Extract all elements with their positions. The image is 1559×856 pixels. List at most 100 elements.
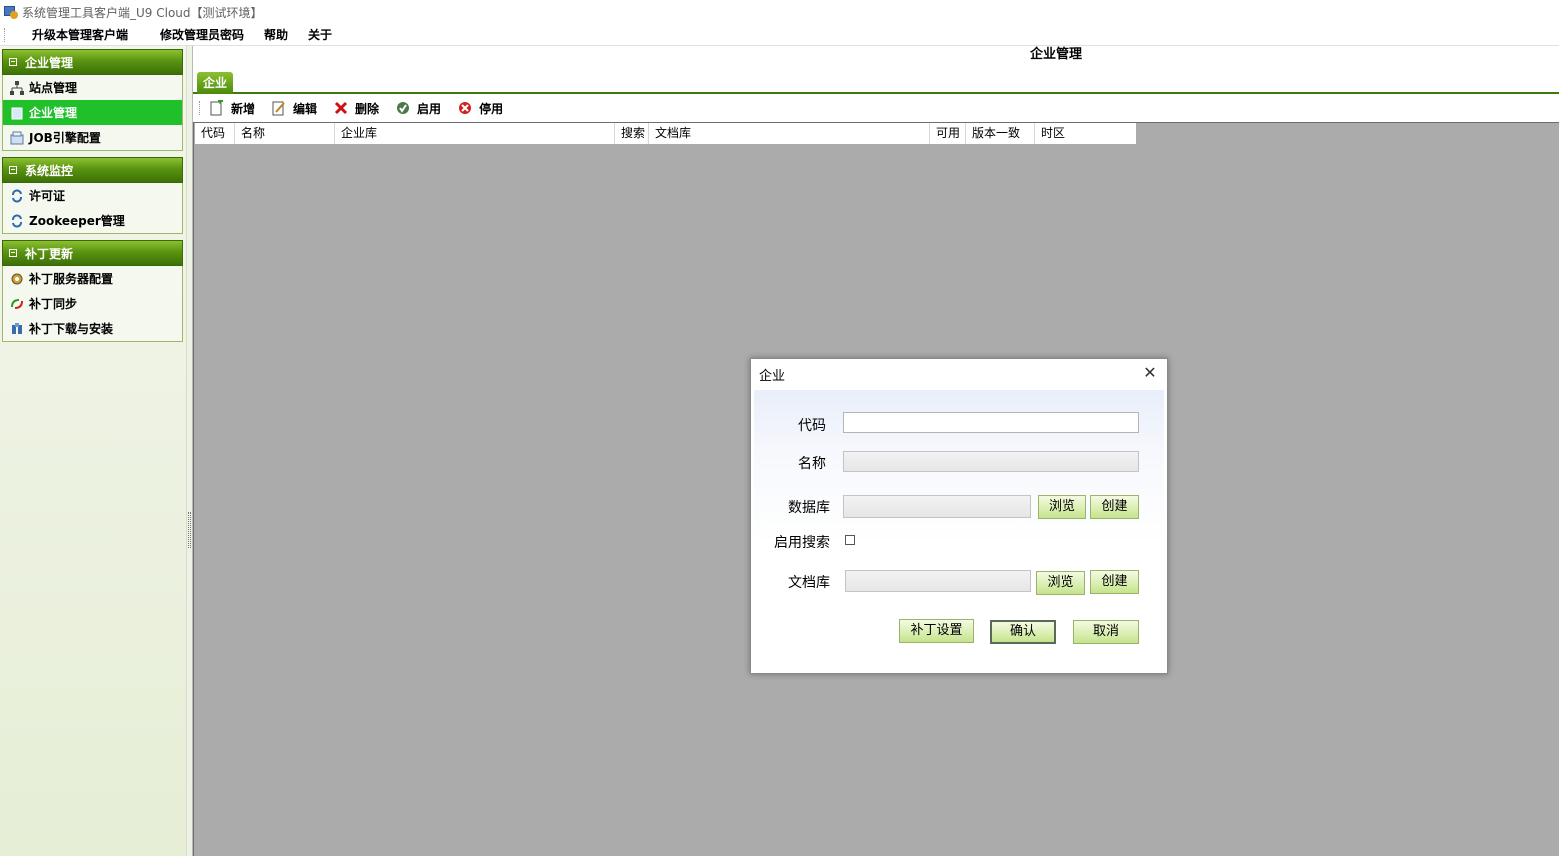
- group-body: 站点管理 企业管理 JOB引擎配置: [2, 75, 183, 151]
- name-label: 名称: [798, 456, 826, 472]
- refresh-icon: [9, 213, 25, 229]
- server-config-icon: [9, 271, 25, 287]
- site-tree-icon: [9, 80, 25, 96]
- code-label: 代码: [798, 418, 826, 434]
- document-db-label: 文档库: [788, 575, 830, 591]
- enable-check-icon: [395, 100, 411, 116]
- sidebar-item-label: 补丁同步: [29, 297, 78, 311]
- sidebar-group-monitoring: 系统监控 许可证 Zookeeper管理: [2, 157, 183, 234]
- group-header-monitoring[interactable]: 系统监控: [2, 157, 183, 183]
- column-header-timezone[interactable]: 时区: [1035, 123, 1136, 144]
- name-input[interactable]: [843, 451, 1139, 472]
- dialog-title: 企业: [759, 368, 786, 384]
- document-db-input[interactable]: [845, 570, 1031, 592]
- splitter-handle[interactable]: [188, 512, 191, 548]
- sidebar-item-patch-download-install[interactable]: 补丁下载与安装: [3, 316, 182, 341]
- group-header-enterprise[interactable]: 企业管理: [2, 49, 183, 75]
- refresh-icon: [9, 188, 25, 204]
- collapse-icon[interactable]: [9, 58, 17, 66]
- delete-x-icon: [333, 100, 349, 116]
- edit-document-icon: [271, 100, 287, 116]
- close-icon[interactable]: ✕: [1141, 364, 1159, 382]
- menu-about[interactable]: 关于: [298, 26, 342, 43]
- delete-label: 删除: [355, 101, 380, 116]
- column-header-enterprise-db[interactable]: 企业库: [335, 123, 615, 144]
- tab-strip: 企业: [193, 70, 1559, 94]
- disable-button[interactable]: 停用: [457, 100, 511, 117]
- disable-stop-icon: [457, 100, 473, 116]
- sidebar-item-label: JOB引擎配置: [29, 131, 101, 145]
- column-header-search[interactable]: 搜索: [615, 123, 649, 144]
- database-label: 数据库: [788, 500, 830, 516]
- column-header-code[interactable]: 代码: [195, 123, 235, 144]
- sidebar-item-label: Zookeeper管理: [29, 214, 125, 228]
- app-icon: [4, 5, 18, 19]
- sidebar-item-zookeeper[interactable]: Zookeeper管理: [3, 208, 182, 233]
- group-body: 许可证 Zookeeper管理: [2, 183, 183, 234]
- sidebar-group-enterprise: 企业管理 站点管理 企业管理 JOB引擎配置: [2, 49, 183, 151]
- collapse-icon[interactable]: [9, 249, 17, 257]
- page-title: 企业管理: [1029, 47, 1082, 62]
- sidebar-item-enterprise-management[interactable]: 企业管理: [3, 100, 182, 125]
- add-label: 新增: [231, 101, 256, 116]
- database-browse-button[interactable]: 浏览: [1038, 495, 1086, 519]
- enable-button[interactable]: 启用: [395, 100, 449, 117]
- menu-bar: 升级本管理客户端 修改管理员密码 帮助 关于: [0, 24, 1559, 46]
- delete-button[interactable]: 删除: [333, 100, 387, 117]
- sidebar-item-license[interactable]: 许可证: [3, 183, 182, 208]
- disable-label: 停用: [479, 101, 504, 116]
- enterprise-icon: [9, 105, 25, 121]
- group-title: 企业管理: [25, 55, 74, 70]
- group-body: 补丁服务器配置 补丁同步 补丁下载与安装: [2, 266, 183, 342]
- toolbar-grip: [199, 101, 201, 115]
- add-document-icon: [209, 100, 225, 116]
- menu-help[interactable]: 帮助: [254, 26, 298, 43]
- code-input[interactable]: [843, 412, 1139, 433]
- sidebar-item-label: 补丁下载与安装: [29, 322, 114, 336]
- add-button[interactable]: 新增: [209, 100, 263, 117]
- enterprise-dialog: 企业 ✕ 代码 名称 数据库 浏览 创建 启用搜索 文档库 浏览 创建 补丁设置…: [750, 358, 1168, 674]
- document-db-browse-button[interactable]: 浏览: [1036, 571, 1085, 595]
- patch-settings-button[interactable]: 补丁设置: [899, 619, 974, 643]
- sidebar-item-label: 补丁服务器配置: [29, 272, 114, 286]
- column-header-available[interactable]: 可用: [930, 123, 966, 144]
- group-title: 补丁更新: [25, 246, 74, 261]
- menu-change-admin-password[interactable]: 修改管理员密码: [150, 26, 254, 43]
- menu-upgrade-client[interactable]: 升级本管理客户端: [22, 26, 138, 43]
- dialog-body: 代码 名称 数据库 浏览 创建 启用搜索 文档库 浏览 创建 补丁设置 确认 取…: [754, 390, 1164, 670]
- sidebar-item-patch-server-config[interactable]: 补丁服务器配置: [3, 266, 182, 291]
- sidebar: 企业管理 站点管理 企业管理 JOB引擎配置 系统监控 许可证 Zookeepe…: [0, 46, 186, 856]
- dialog-titlebar: 企业: [751, 359, 1167, 389]
- sidebar-group-patch: 补丁更新 补丁服务器配置 补丁同步 补丁下载与安装: [2, 240, 183, 342]
- sidebar-item-label: 站点管理: [29, 81, 78, 95]
- sidebar-item-job-config[interactable]: JOB引擎配置: [3, 125, 182, 150]
- group-title: 系统监控: [25, 163, 74, 178]
- sidebar-splitter[interactable]: [186, 46, 193, 856]
- collapse-icon[interactable]: [9, 166, 17, 174]
- column-header-document-db[interactable]: 文档库: [649, 123, 930, 144]
- sidebar-item-label: 许可证: [29, 189, 66, 203]
- toolbar: 新增 编辑 删除 启用 停用: [193, 96, 1559, 120]
- enable-search-checkbox[interactable]: [845, 535, 855, 545]
- database-create-button[interactable]: 创建: [1090, 495, 1139, 519]
- column-header-version-consistent[interactable]: 版本一致: [966, 123, 1035, 144]
- tab-enterprise[interactable]: 企业: [197, 72, 233, 94]
- document-db-create-button[interactable]: 创建: [1090, 570, 1139, 594]
- sidebar-item-label: 企业管理: [29, 106, 78, 120]
- grid-header: 代码 名称 企业库 搜索 文档库 可用 版本一致 时区: [195, 123, 1136, 144]
- window-title: 系统管理工具客户端_U9 Cloud【测试环境】: [22, 5, 263, 20]
- window-titlebar: 系统管理工具客户端_U9 Cloud【测试环境】: [0, 0, 1559, 24]
- enable-label: 启用: [417, 101, 442, 116]
- cancel-button[interactable]: 取消: [1073, 620, 1139, 644]
- column-header-name[interactable]: 名称: [235, 123, 335, 144]
- sync-icon: [9, 296, 25, 312]
- group-header-patch[interactable]: 补丁更新: [2, 240, 183, 266]
- sidebar-item-site-management[interactable]: 站点管理: [3, 75, 182, 100]
- edit-label: 编辑: [293, 101, 318, 116]
- confirm-button[interactable]: 确认: [990, 620, 1056, 644]
- enable-search-label: 启用搜索: [774, 535, 830, 551]
- database-input[interactable]: [843, 495, 1031, 518]
- edit-button[interactable]: 编辑: [271, 100, 325, 117]
- sidebar-item-patch-sync[interactable]: 补丁同步: [3, 291, 182, 316]
- menu-grip: [4, 27, 6, 42]
